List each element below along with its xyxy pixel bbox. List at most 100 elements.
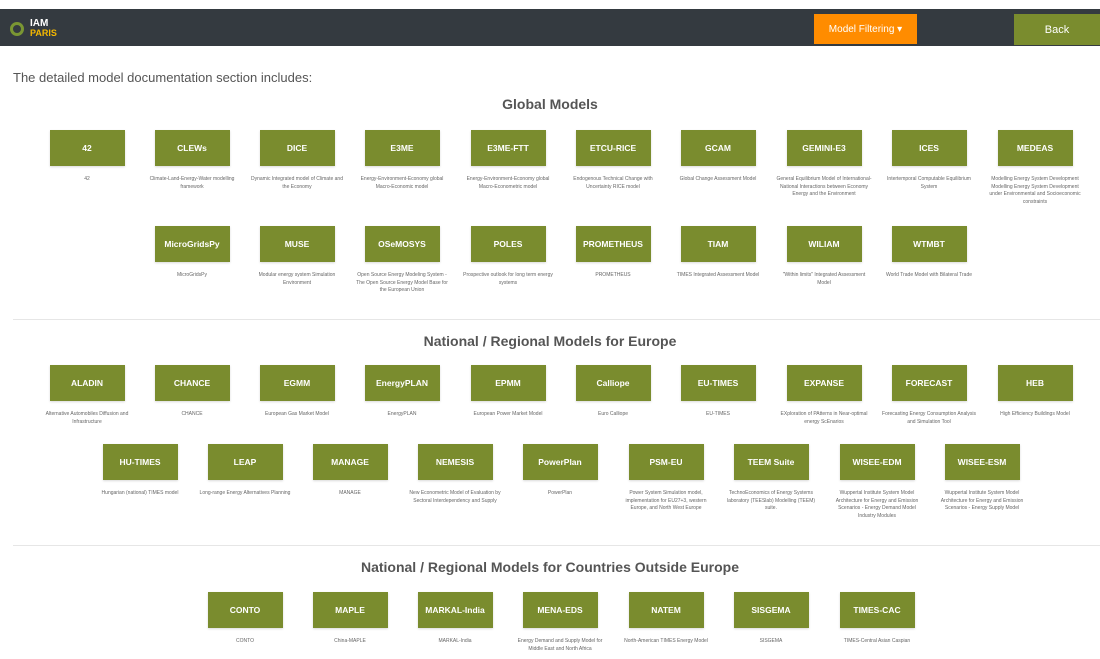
- model-button[interactable]: E3ME-FTT: [470, 130, 546, 166]
- model-filtering-dropdown[interactable]: Model Filtering ▾: [814, 14, 917, 44]
- model-button[interactable]: EU-TIMES: [680, 365, 756, 401]
- model-button[interactable]: WISEE-ESM: [944, 444, 1020, 480]
- model-card: 42 42: [39, 130, 135, 184]
- model-button[interactable]: HEB: [997, 365, 1073, 401]
- model-description: Climate-Land-Energy-Water modelling fram…: [149, 176, 235, 190]
- model-card: MAPLE China-MAPLE: [302, 592, 398, 646]
- model-button[interactable]: CONTO: [207, 592, 283, 628]
- model-button[interactable]: PSM-EU: [628, 444, 704, 480]
- model-button[interactable]: ETCU-RICE: [575, 130, 651, 166]
- model-button[interactable]: ICES: [891, 130, 967, 166]
- model-button[interactable]: CHANCE: [154, 365, 230, 401]
- model-description: Prospective outlook for long term energy…: [463, 272, 553, 286]
- model-description: CONTO: [236, 638, 254, 644]
- model-card: EPMM European Power Market Model: [460, 365, 556, 419]
- model-description: EU-TIMES: [706, 411, 730, 417]
- model-card: TIMES-CAC TIMES-Central Asian Caspian: [829, 592, 925, 646]
- intro-text: The detailed model documentation section…: [13, 70, 313, 85]
- model-description: "Within limits" Integrated Assessment Mo…: [782, 272, 866, 286]
- model-button[interactable]: MANAGE: [312, 444, 388, 480]
- model-card: EXPANSE EXploration of PAtterns in Near-o…: [776, 365, 872, 426]
- model-description: Global Change Assessment Model: [679, 176, 757, 182]
- model-card: WISEE-ESM Wuppertal Institute System Mode…: [934, 444, 1030, 513]
- model-description: Modular energy system Simulation Environ…: [258, 272, 336, 286]
- model-button[interactable]: SISGEMA: [733, 592, 809, 628]
- model-card: WTMBT World Trade Model with Bilateral Tr…: [881, 226, 977, 280]
- model-card: FORECAST Forecasting Energy Consumption A…: [881, 365, 977, 426]
- model-button[interactable]: CLEWs: [154, 130, 230, 166]
- model-button[interactable]: NEMESIS: [417, 444, 493, 480]
- model-button[interactable]: GEMINI-E3: [786, 130, 862, 166]
- model-card: MUSE Modular energy system Simulation Env…: [249, 226, 345, 287]
- model-button[interactable]: EGMM: [259, 365, 335, 401]
- model-card: NEMESIS New Econometric Model of Evaluati…: [407, 444, 503, 505]
- model-card: LEAP Long-range Energy Alternatives Plann…: [197, 444, 293, 498]
- model-description: Euro Calliope: [597, 411, 629, 417]
- model-button[interactable]: POLES: [470, 226, 546, 262]
- model-button[interactable]: PROMETHEUS: [575, 226, 651, 262]
- model-card: ALADIN Alternative Automobiles Diffusion …: [39, 365, 135, 426]
- model-description: Energy Demand and Supply Model for Middl…: [517, 638, 603, 652]
- model-description: MARKAL-India: [438, 638, 472, 644]
- model-card: HU-TIMES Hungarian (national) TIMES model: [92, 444, 188, 498]
- model-button[interactable]: E3ME: [364, 130, 440, 166]
- model-button[interactable]: TIAM: [680, 226, 756, 262]
- model-card: GCAM Global Change Assessment Model: [670, 130, 766, 184]
- model-button[interactable]: NATEM: [628, 592, 704, 628]
- model-description: MANAGE: [339, 490, 361, 496]
- model-card: GEMINI-E3 General Equilibrium Model of In…: [776, 130, 872, 199]
- model-button[interactable]: 42: [49, 130, 125, 166]
- model-card: DICE Dynamic Integrated model of Climate …: [249, 130, 345, 191]
- model-card: CONTO CONTO: [197, 592, 293, 646]
- model-button[interactable]: WILIAM: [786, 226, 862, 262]
- model-button[interactable]: MicroGridsPy: [154, 226, 230, 262]
- model-description: Intertemporal Computable Equilibrium Sys…: [887, 176, 971, 190]
- model-card: EGMM European Gas Market Model: [249, 365, 345, 419]
- model-button[interactable]: ALADIN: [49, 365, 125, 401]
- model-button[interactable]: EPMM: [470, 365, 546, 401]
- model-description: Modelling Energy System Development Mode…: [989, 176, 1081, 205]
- model-card: CLEWs Climate-Land-Energy-Water modelling…: [144, 130, 240, 191]
- model-button[interactable]: WTMBT: [891, 226, 967, 262]
- model-description: New Econometric Model of Evaluation by S…: [409, 490, 501, 504]
- section-title-europe: National / Regional Models for Europe: [423, 333, 677, 349]
- model-card: WISEE-EDM Wuppertal Institute System Mode…: [829, 444, 925, 520]
- model-description: Long-range Energy Alternatives Planning: [199, 490, 291, 496]
- model-button[interactable]: OSeMOSYS: [364, 226, 440, 262]
- back-button[interactable]: Back: [1014, 14, 1100, 45]
- model-button[interactable]: MAPLE: [312, 592, 388, 628]
- model-description: Power System Simulation model, implement…: [625, 490, 707, 511]
- model-button[interactable]: EnergyPLAN: [364, 365, 440, 401]
- model-card: POLES Prospective outlook for long term e…: [460, 226, 556, 287]
- model-description: Wuppertal Institute System Model Archite…: [940, 490, 1024, 511]
- section-divider: [13, 545, 1100, 546]
- model-button[interactable]: WISEE-EDM: [839, 444, 915, 480]
- section-title-global: Global Models: [502, 96, 598, 112]
- iam-paris-logo[interactable]: IAM PARIS: [10, 18, 70, 40]
- logo-ring-icon: [10, 22, 24, 36]
- model-card: PowerPlan PowerPlan: [512, 444, 608, 498]
- model-button[interactable]: LEAP: [207, 444, 283, 480]
- model-button[interactable]: EXPANSE: [786, 365, 862, 401]
- model-button[interactable]: MENA-EDS: [522, 592, 598, 628]
- model-button[interactable]: MEDEAS: [997, 130, 1073, 166]
- model-card: EU-TIMES EU-TIMES: [670, 365, 766, 419]
- section-divider: [13, 319, 1100, 320]
- model-button[interactable]: MUSE: [259, 226, 335, 262]
- model-description: Hungarian (national) TIMES model: [101, 490, 179, 496]
- model-button[interactable]: DICE: [259, 130, 335, 166]
- model-description: CHANCE: [181, 411, 203, 417]
- model-button[interactable]: HU-TIMES: [102, 444, 178, 480]
- model-button[interactable]: TEEM Suite: [733, 444, 809, 480]
- model-description: Wuppertal Institute System Model Archite…: [835, 490, 919, 519]
- model-description: European Power Market Model: [473, 411, 543, 417]
- model-button[interactable]: FORECAST: [891, 365, 967, 401]
- model-description: 42: [84, 176, 90, 182]
- model-card: MicroGridsPy MicroGridsPy: [144, 226, 240, 280]
- model-button[interactable]: TIMES-CAC: [839, 592, 915, 628]
- model-button[interactable]: GCAM: [680, 130, 756, 166]
- model-button[interactable]: PowerPlan: [522, 444, 598, 480]
- model-card: MENA-EDS Energy Demand and Supply Model f…: [512, 592, 608, 653]
- model-button[interactable]: Calliope: [575, 365, 651, 401]
- model-button[interactable]: MARKAL-India: [417, 592, 493, 628]
